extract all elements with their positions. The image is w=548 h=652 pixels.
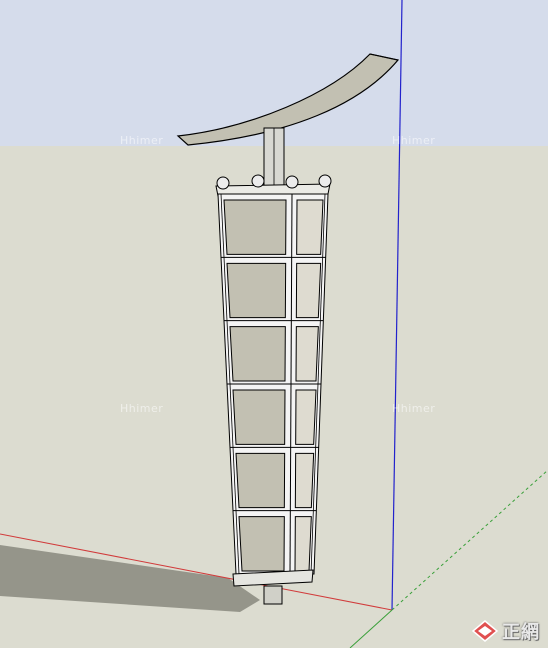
side-panel xyxy=(295,262,322,319)
finial-ball xyxy=(251,174,265,188)
diamond-logo-icon xyxy=(472,620,498,642)
side-panel xyxy=(294,516,312,572)
watermark: Hhimer xyxy=(120,402,164,415)
sketchup-viewport[interactable]: Hhimer Hhimer Hhimer Hhimer 正網 xyxy=(0,0,548,649)
model-canvas xyxy=(0,0,548,649)
lamp-column xyxy=(217,193,329,575)
base-foot xyxy=(263,585,283,605)
front-panel xyxy=(223,199,287,255)
brand-label: 正網 xyxy=(502,622,540,643)
brand-watermark: 正網 xyxy=(472,618,540,644)
side-panel xyxy=(296,199,324,255)
watermark: Hhimer xyxy=(392,402,436,415)
finial-ball xyxy=(285,175,299,189)
front-panel xyxy=(238,516,285,572)
watermark: Hhimer xyxy=(392,134,436,147)
watermark: Hhimer xyxy=(120,134,164,147)
front-panel xyxy=(229,326,286,382)
finial-ball xyxy=(216,176,230,190)
side-panel xyxy=(295,326,319,382)
front-panel xyxy=(232,389,286,445)
front-panel xyxy=(235,452,286,509)
side-panel xyxy=(294,452,315,509)
front-panel xyxy=(226,262,287,319)
finial-ball xyxy=(318,174,332,188)
side-panel xyxy=(295,389,317,445)
